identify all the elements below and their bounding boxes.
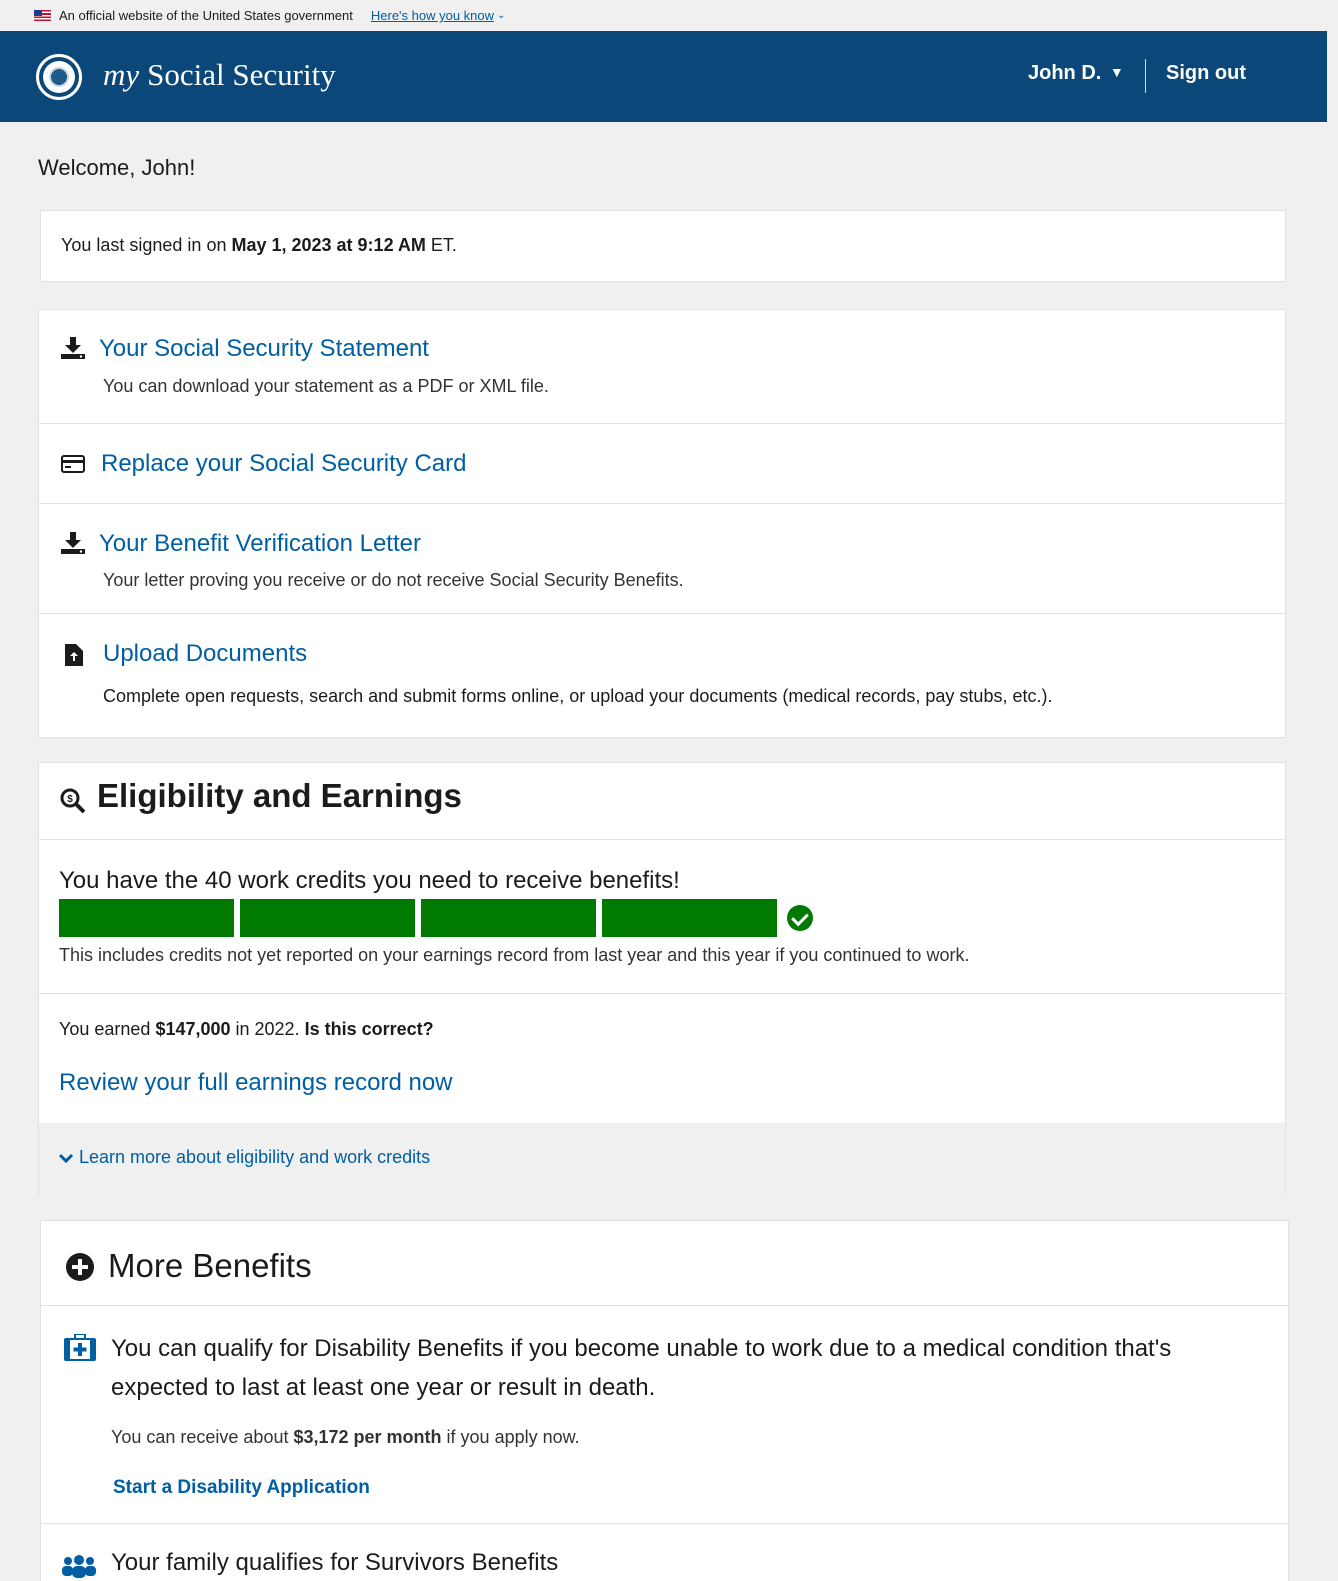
- official-site-text: An official website of the United States…: [59, 8, 353, 23]
- file-upload-icon: [65, 644, 83, 666]
- download-icon: [61, 337, 85, 359]
- upload-documents-link[interactable]: Upload Documents: [103, 640, 307, 668]
- survivors-benefits-text: Your family qualifies for Survivors Bene…: [111, 1549, 559, 1576]
- user-name: John D.: [1028, 62, 1102, 84]
- svg-text:$: $: [67, 794, 73, 805]
- receive-amount: $3,172 per month: [293, 1427, 442, 1447]
- last-signed-prefix: You last signed in on: [61, 235, 232, 255]
- receive-prefix: You can receive about: [111, 1427, 294, 1447]
- review-earnings-link[interactable]: Review your full earnings record now: [59, 1069, 453, 1097]
- download-icon: [61, 532, 85, 554]
- statement-link[interactable]: Your Social Security Statement: [99, 335, 429, 363]
- divider: [39, 993, 1285, 994]
- credits-bar-segment: [421, 899, 596, 937]
- site-brand[interactable]: my Social Security: [103, 57, 336, 93]
- benefit-letter-desc: Your letter proving you receive or do no…: [103, 570, 684, 590]
- replace-card-row[interactable]: Replace your Social Security Card: [39, 424, 1285, 504]
- earned-prefix: You earned: [59, 1019, 156, 1039]
- statement-row[interactable]: Your Social Security Statement You can d…: [39, 310, 1285, 424]
- eligibility-title: Eligibility and Earnings: [97, 777, 462, 814]
- last-signed-suffix: ET.: [425, 235, 457, 255]
- benefit-letter-link[interactable]: Your Benefit Verification Letter: [99, 530, 421, 558]
- credits-note: This includes credits not yet reported o…: [59, 945, 970, 965]
- sign-out-link[interactable]: Sign out: [1166, 62, 1246, 85]
- eligibility-card: $ Eligibility and Earnings You have the …: [38, 762, 1286, 1196]
- how-you-know-link[interactable]: Here's how you know: [371, 8, 494, 23]
- divider: [41, 1523, 1288, 1524]
- statement-desc: You can download your statement as a PDF…: [103, 376, 549, 396]
- us-flag-icon: [34, 10, 51, 21]
- work-credits-text: You have the 40 work credits you need to…: [59, 867, 680, 894]
- header-divider: [1145, 59, 1146, 93]
- earned-year: in 2022.: [230, 1019, 305, 1039]
- quick-links-card: Your Social Security Statement You can d…: [38, 309, 1286, 738]
- plus-circle-icon: [66, 1253, 94, 1281]
- brand-name: Social Security: [147, 57, 336, 92]
- replace-card-link[interactable]: Replace your Social Security Card: [101, 450, 467, 478]
- learn-more-link[interactable]: Learn more about eligibility and work cr…: [58, 1147, 431, 1168]
- benefit-letter-row[interactable]: Your Benefit Verification Letter Your le…: [39, 504, 1285, 614]
- start-disability-application-link[interactable]: Start a Disability Application: [113, 1477, 370, 1499]
- brand-my: my: [103, 57, 140, 92]
- credits-bar-segment: [240, 899, 415, 937]
- caret-down-icon: ▼: [1109, 64, 1124, 80]
- more-benefits-card: More Benefits You can qualify for Disabi…: [40, 1220, 1289, 1581]
- learn-more-label: Learn more about eligibility and work cr…: [79, 1147, 431, 1167]
- last-signed-datetime: May 1, 2023 at 9:12 AM: [231, 235, 426, 255]
- credit-card-icon: [61, 455, 85, 473]
- earned-amount: $147,000: [155, 1019, 231, 1039]
- medical-kit-icon: [64, 1334, 96, 1361]
- welcome-heading: Welcome, John!: [38, 155, 196, 180]
- credits-bar-segment: [59, 899, 234, 937]
- user-menu-button[interactable]: John D. ▼: [1028, 62, 1124, 85]
- chevron-down-icon: [58, 1153, 74, 1164]
- gov-banner: An official website of the United States…: [0, 0, 1338, 31]
- ssa-seal-logo[interactable]: [36, 54, 82, 100]
- upload-documents-desc: Complete open requests, search and submi…: [103, 686, 1053, 706]
- earned-question: Is this correct?: [304, 1019, 434, 1039]
- learn-more-accordion[interactable]: Learn more about eligibility and work cr…: [39, 1123, 1285, 1196]
- chevron-down-icon[interactable]: ⌄: [497, 10, 505, 21]
- more-benefits-title: More Benefits: [108, 1247, 312, 1284]
- last-signed-in-card: You last signed in on May 1, 2023 at 9:1…: [40, 210, 1286, 282]
- disability-text: You can qualify for Disability Benefits …: [111, 1335, 1172, 1401]
- check-circle-icon: [787, 905, 813, 931]
- earnings-summary: You earned $147,000 in 2022. Is this cor…: [59, 1019, 434, 1040]
- divider: [41, 1305, 1288, 1306]
- divider: [39, 839, 1285, 840]
- work-credits-progress: [59, 899, 813, 937]
- disability-estimate: You can receive about $3,172 per month i…: [111, 1427, 580, 1448]
- search-dollar-icon: $: [60, 788, 86, 814]
- receive-suffix: if you apply now.: [441, 1427, 580, 1447]
- upload-documents-row[interactable]: Upload Documents Complete open requests,…: [39, 614, 1285, 738]
- credits-bar-segment: [602, 899, 777, 937]
- family-icon: [62, 1555, 96, 1578]
- site-header: my Social Security John D. ▼ Sign out: [0, 31, 1327, 122]
